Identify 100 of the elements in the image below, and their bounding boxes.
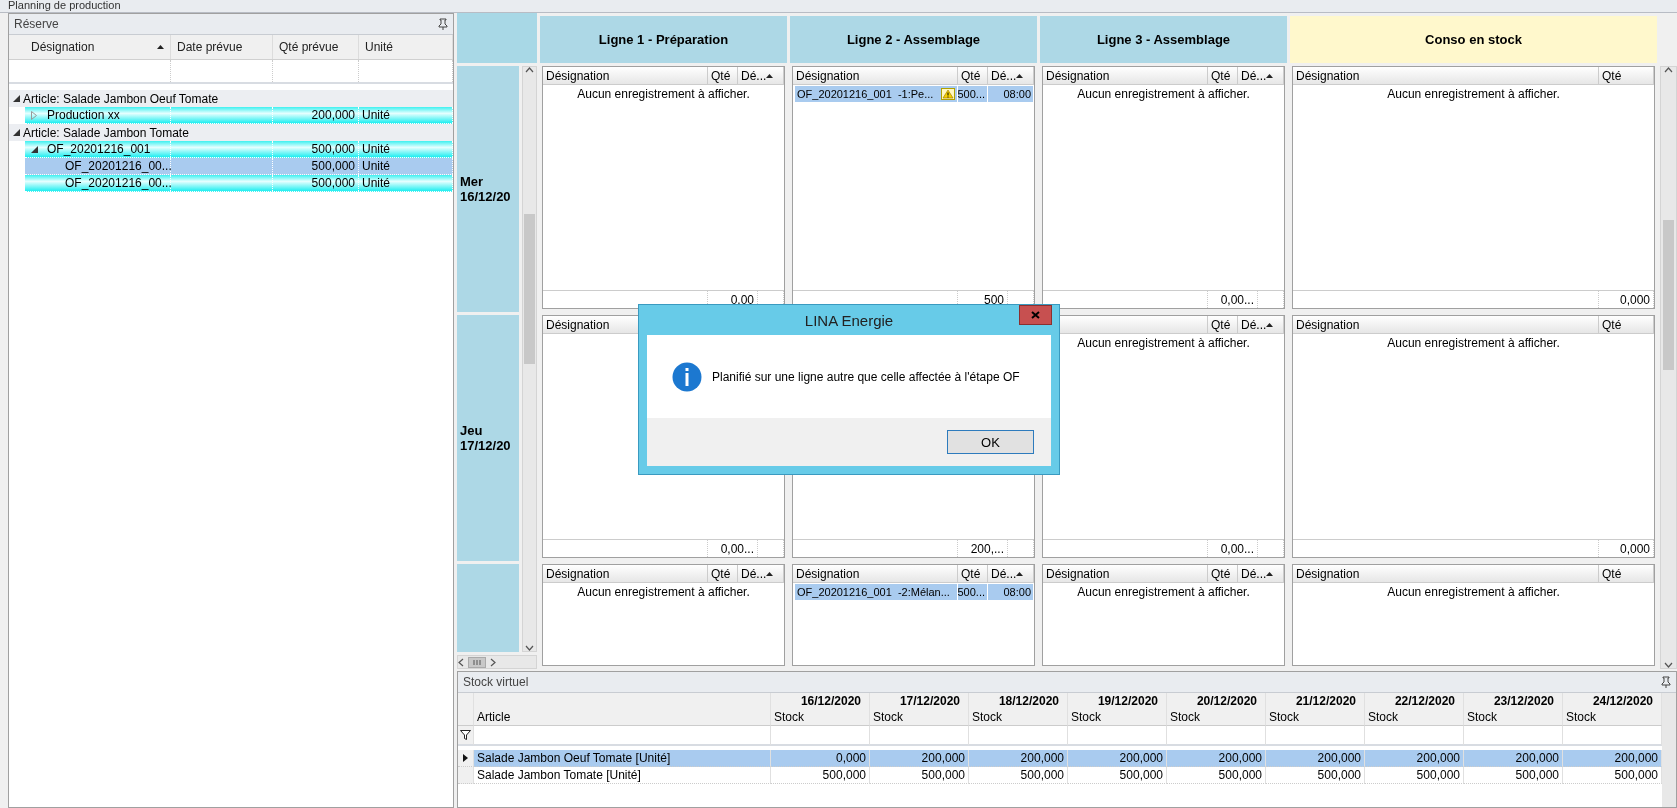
filter-field[interactable]: [969, 726, 1068, 746]
scroll-right-icon[interactable]: [490, 657, 496, 667]
scroll-left-icon[interactable]: [458, 657, 464, 667]
column-header[interactable]: Désignation: [1293, 316, 1599, 333]
scroll-up-icon[interactable]: [1664, 67, 1673, 73]
table-cell: OF_20201216_00...: [65, 176, 172, 190]
table-cell: 500,000: [273, 141, 359, 157]
sort-arrow-icon: [1016, 73, 1024, 78]
filter-field[interactable]: [1068, 726, 1167, 746]
column-header[interactable]: Désignation: [1293, 67, 1599, 84]
column-header[interactable]: Stock: [1563, 709, 1662, 726]
column-header[interactable]: Article: [474, 709, 771, 726]
column-header[interactable]: Désignation: [793, 565, 958, 582]
column-header[interactable]: Stock: [1464, 709, 1563, 726]
column-header[interactable]: Qté prévue: [273, 35, 359, 59]
column-header[interactable]: Stock: [870, 709, 969, 726]
group-row[interactable]: Article: Salade Jambon Tomate: [9, 124, 453, 141]
panel-title: Réserve: [14, 17, 59, 31]
filter-field[interactable]: [870, 726, 969, 746]
total-cell: 0,00...: [1208, 291, 1258, 308]
line-header: Conso en stock: [1290, 16, 1657, 63]
column-header[interactable]: Désignation: [793, 67, 958, 84]
column-header[interactable]: Qté: [1599, 565, 1654, 582]
column-header[interactable]: Qté: [958, 565, 988, 582]
collapse-triangle-icon[interactable]: [13, 95, 20, 102]
filter-icon[interactable]: [460, 730, 471, 740]
column-header[interactable]: Désignation: [1043, 565, 1208, 582]
close-button[interactable]: [1019, 305, 1052, 325]
column-header[interactable]: Stock: [1365, 709, 1464, 726]
pin-icon: [1661, 676, 1671, 688]
scroll-down-icon[interactable]: [1664, 662, 1673, 668]
table-cell: 0,000: [771, 750, 870, 767]
column-header[interactable]: Dé...: [738, 565, 784, 582]
row-selector[interactable]: [458, 750, 474, 767]
table-cell: 200,000: [969, 750, 1068, 767]
column-header[interactable]: Désignation: [1043, 67, 1208, 84]
scroll-up-icon[interactable]: [525, 67, 534, 73]
column-header[interactable]: Dé...: [988, 565, 1034, 582]
column-header[interactable]: Qté: [1208, 67, 1238, 84]
column-header[interactable]: Désignation: [9, 35, 171, 59]
scroll-thumb[interactable]: [524, 214, 535, 365]
total-cell: 0,00...: [708, 540, 758, 557]
date-header: 19/12/2020: [1068, 693, 1167, 709]
column-header[interactable]: Désignation: [543, 67, 708, 84]
expand-triangle-icon[interactable]: [31, 110, 37, 120]
scroll-thumb[interactable]: [1663, 220, 1674, 370]
table-cell: 500,000: [273, 158, 359, 174]
column-header[interactable]: Dé...: [1238, 565, 1284, 582]
group-row[interactable]: Article: Salade Jambon Oeuf Tomate: [9, 90, 453, 107]
scrollbar[interactable]: [457, 655, 537, 669]
table-cell: 500,000: [1167, 767, 1266, 784]
column-header[interactable]: Stock: [771, 709, 870, 726]
tree-row[interactable]: OF_20201216_00... 500,000 Unité: [25, 158, 453, 175]
schedule-row[interactable]: OF_20201216_001 -1:Pe... 500... 08:00: [795, 86, 1034, 102]
schedule-row[interactable]: OF_20201216_001 -2:Mélan... 500... 08:00: [795, 584, 1034, 600]
column-header[interactable]: Stock: [969, 709, 1068, 726]
column-header[interactable]: Date prévue: [171, 35, 273, 59]
column-header[interactable]: Stock: [1167, 709, 1266, 726]
ok-button[interactable]: OK: [947, 430, 1034, 454]
column-header[interactable]: Qté: [1599, 316, 1654, 333]
date-header: 21/12/2020: [1266, 693, 1365, 709]
filter-field[interactable]: [1167, 726, 1266, 746]
filter-field[interactable]: [1266, 726, 1365, 746]
column-header[interactable]: Désignation: [543, 565, 708, 582]
collapse-triangle-icon[interactable]: [13, 129, 20, 136]
filter-field[interactable]: [1365, 726, 1464, 746]
column-header[interactable]: Dé...: [1238, 67, 1284, 84]
tree-row[interactable]: Production xx 200,000 Unité: [25, 107, 453, 124]
table-cell: 200,000: [1464, 750, 1563, 767]
table-cell[interactable]: Salade Jambon Oeuf Tomate [Unité]: [474, 750, 771, 767]
total-cell: 0,000: [1599, 291, 1654, 308]
column-header[interactable]: Dé...: [738, 67, 784, 84]
column-header[interactable]: Dé...: [988, 67, 1034, 84]
column-header[interactable]: Dé...: [1238, 316, 1284, 333]
collapse-triangle-icon[interactable]: [31, 145, 38, 153]
column-header[interactable]: Désignation: [1293, 565, 1599, 582]
tree-row[interactable]: OF_20201216_00... 500,000 Unité: [25, 175, 453, 192]
column-header[interactable]: Qté: [708, 67, 738, 84]
scrollbar[interactable]: [522, 66, 537, 652]
filter-field[interactable]: [474, 726, 771, 746]
filter-field[interactable]: [1464, 726, 1563, 746]
column-header[interactable]: Qté: [1208, 316, 1238, 333]
date-header: 18/12/2020: [969, 693, 1068, 709]
scroll-thumb-icon[interactable]: [468, 656, 486, 668]
column-header[interactable]: Qté: [1599, 67, 1654, 84]
empty-message: Aucun enregistrement à afficher.: [576, 584, 751, 599]
column-header[interactable]: Qté: [958, 67, 988, 84]
column-header[interactable]: Qté: [708, 565, 738, 582]
filter-field[interactable]: [771, 726, 870, 746]
column-header[interactable]: Stock: [1266, 709, 1365, 726]
scrollbar[interactable]: [1662, 693, 1676, 807]
total-cell: 200,...: [958, 540, 1008, 557]
table-cell[interactable]: Salade Jambon Tomate [Unité]: [474, 767, 771, 784]
scrollbar[interactable]: [1660, 66, 1677, 669]
close-icon: [1031, 311, 1040, 319]
scroll-down-icon[interactable]: [525, 645, 534, 651]
column-header[interactable]: Unité: [359, 35, 453, 59]
tree-row[interactable]: OF_20201216_001 500,000 Unité: [25, 141, 453, 158]
column-header[interactable]: Stock: [1068, 709, 1167, 726]
column-header[interactable]: Qté: [1208, 565, 1238, 582]
